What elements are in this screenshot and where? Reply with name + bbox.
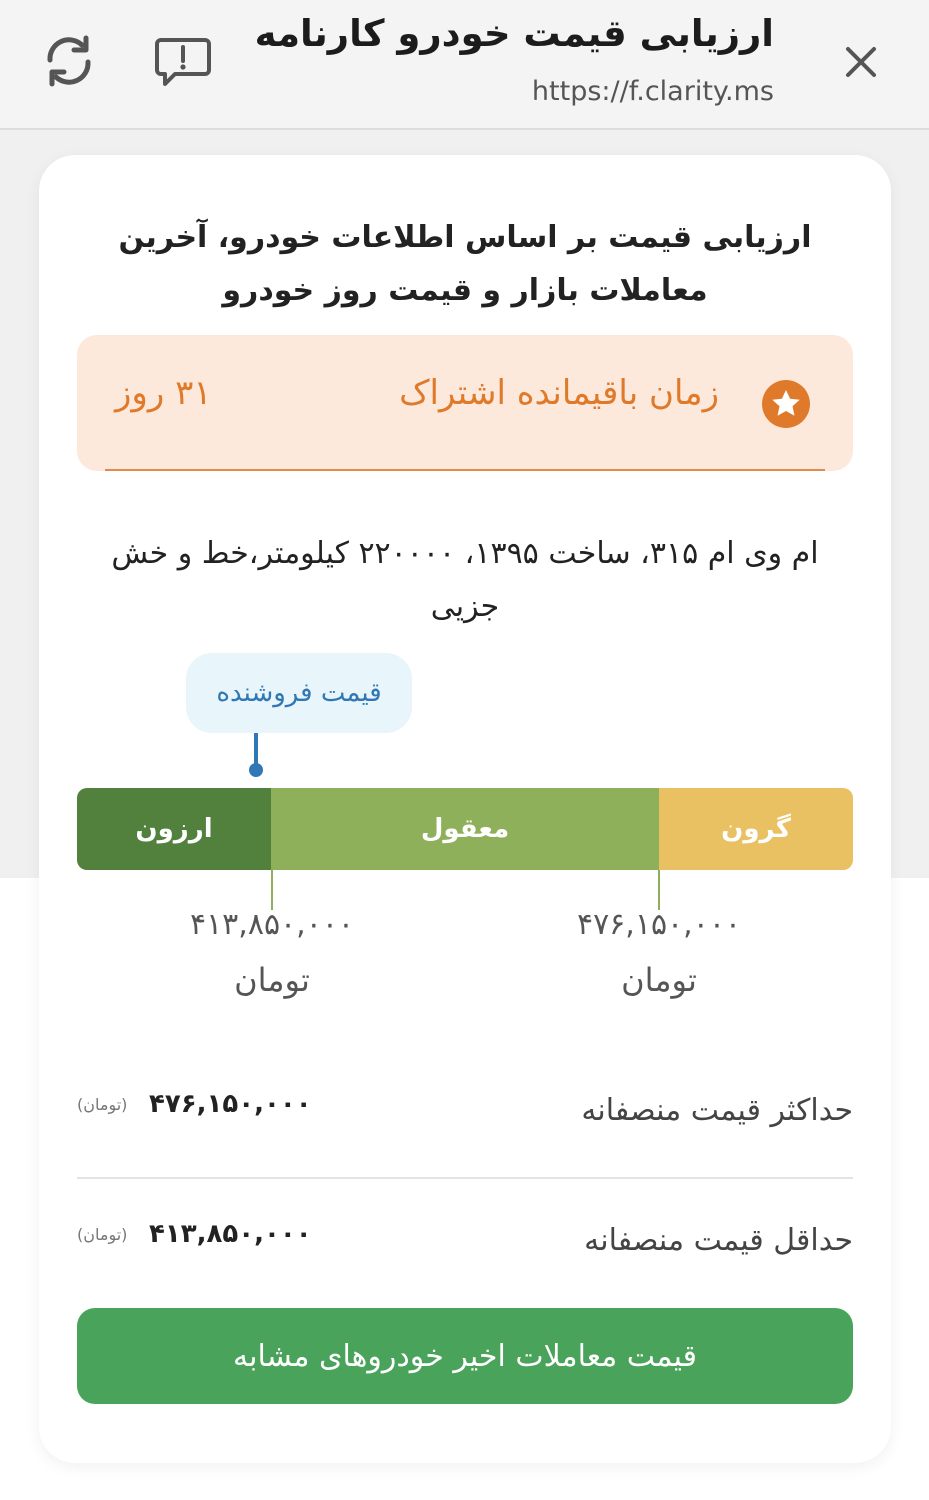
- report-icon: [155, 38, 211, 86]
- seller-price-marker: [249, 763, 263, 777]
- seller-price-tag: قیمت فروشنده: [186, 653, 412, 733]
- min-fair-price-amount: ۴۱۳,۸۵۰,۰۰۰: [149, 1219, 312, 1249]
- star-icon: [762, 380, 810, 428]
- segment-fair: معقول: [271, 788, 659, 870]
- max-fair-price-unit: (تومان): [77, 1095, 128, 1114]
- boundary-tick-low: [271, 870, 273, 910]
- max-fair-price-amount: ۴۷۶,۱۵۰,۰۰۰: [149, 1089, 312, 1119]
- segment-cheap: ارزون: [77, 788, 271, 870]
- page-title: ارزیابی قیمت خودرو کارنامه: [254, 12, 774, 55]
- subscription-label: زمان باقیمانده اشتراک: [399, 373, 719, 413]
- similar-cars-deals-button[interactable]: قیمت معاملات اخیر خودروهای مشابه: [77, 1308, 853, 1404]
- report-button[interactable]: [153, 32, 213, 92]
- subscription-divider: [105, 469, 825, 471]
- page-url: https://f.clarity.ms: [531, 76, 774, 107]
- boundary-low-unit: تومان: [234, 961, 310, 999]
- close-icon: [846, 47, 876, 77]
- segment-expensive: گرون: [659, 788, 853, 870]
- min-fair-price-label: حداقل قیمت منصفانه: [584, 1223, 853, 1258]
- min-fair-price-row: حداقل قیمت منصفانه ۴۱۳,۸۵۰,۰۰۰ (تومان): [77, 1203, 853, 1283]
- boundary-low-amount: ۴۱۳,۸۵۰,۰۰۰: [189, 907, 355, 942]
- max-fair-price-label: حداکثر قیمت منصفانه: [581, 1093, 853, 1128]
- intro-text: ارزیابی قیمت بر اساس اطلاعات خودرو، آخری…: [118, 220, 812, 308]
- price-range-bar: ارزون معقول گرون: [77, 788, 853, 870]
- boundary-high-unit: تومان: [621, 961, 697, 999]
- boundary-high-amount: ۴۷۶,۱۵۰,۰۰۰: [576, 907, 742, 942]
- browser-topbar: ارزیابی قیمت خودرو کارنامه https://f.cla…: [0, 0, 929, 130]
- close-button[interactable]: [841, 42, 881, 82]
- subscription-remaining: ۳۱ روز: [115, 373, 212, 413]
- min-fair-price-unit: (تومان): [77, 1225, 128, 1244]
- price-evaluation-card: ارزیابی قیمت بر اساس اطلاعات خودرو، آخری…: [39, 155, 891, 1463]
- max-fair-price-row: حداکثر قیمت منصفانه ۴۷۶,۱۵۰,۰۰۰ (تومان): [77, 1073, 853, 1153]
- car-description: ام وی ام ۳۱۵، ساخت ۱۳۹۵، ۲۲۰۰۰۰ کیلومتر،…: [111, 536, 819, 624]
- stats-divider: [77, 1177, 853, 1179]
- boundary-tick-high: [658, 870, 660, 910]
- refresh-icon: [47, 35, 91, 87]
- subscription-box: زمان باقیمانده اشتراک ۳۱ روز: [77, 335, 853, 471]
- refresh-button[interactable]: [40, 30, 98, 92]
